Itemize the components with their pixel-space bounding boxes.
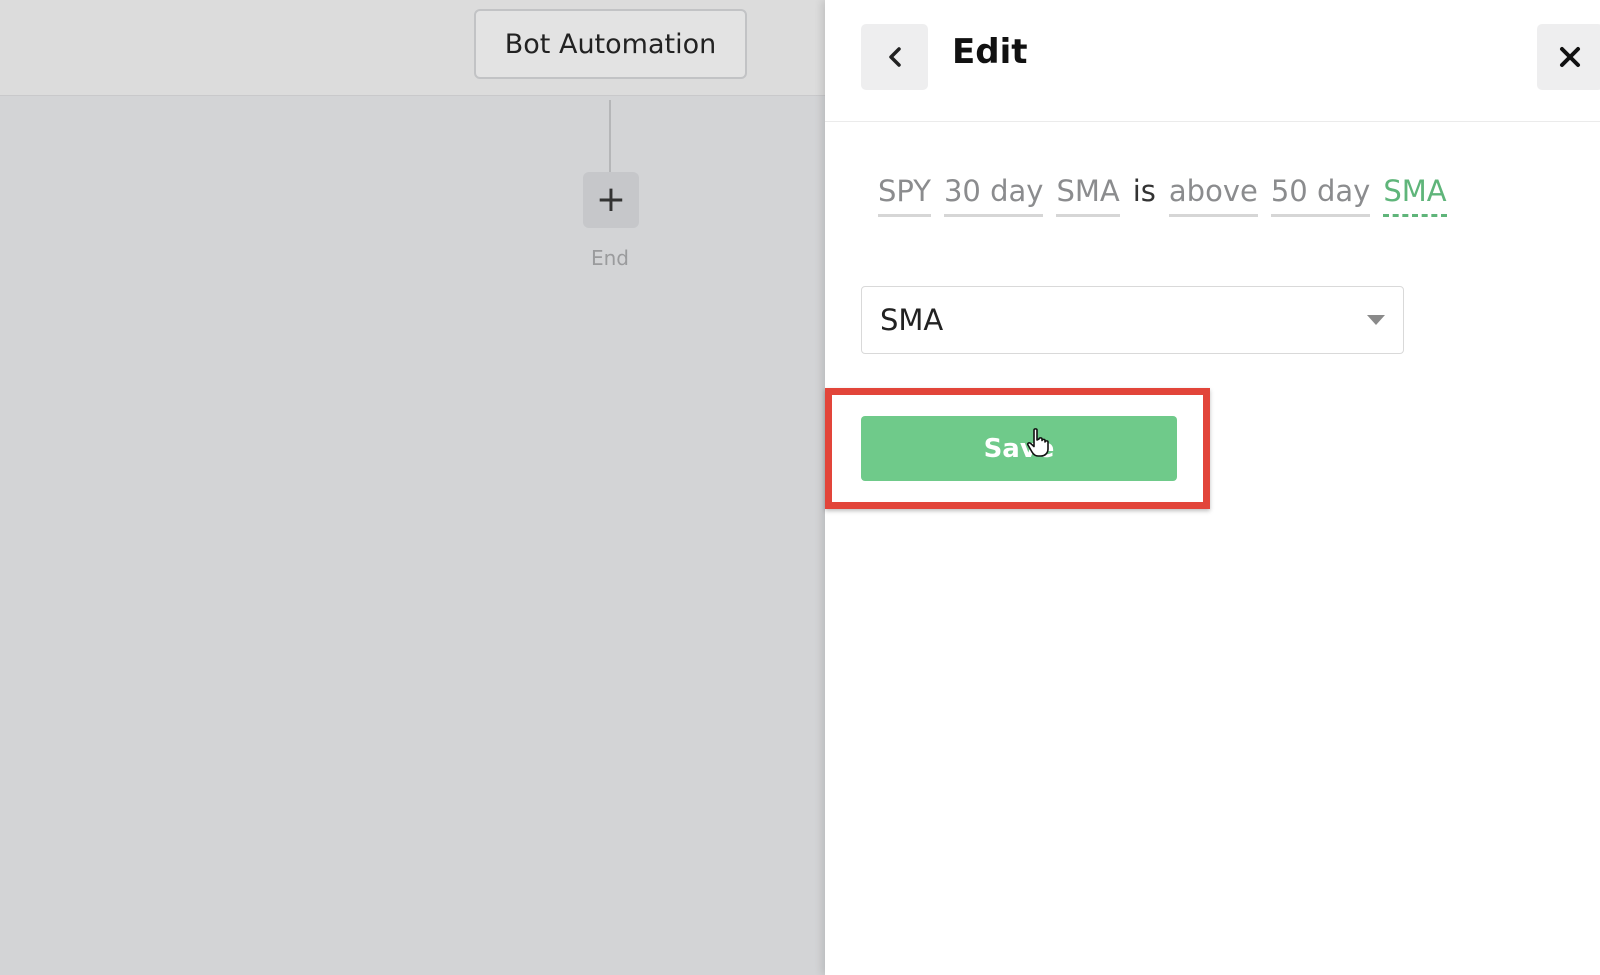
plus-icon: + [595,179,627,220]
bot-automation-label: Bot Automation [504,28,717,60]
flow-connector-line [609,100,611,172]
caret-down-icon [1367,315,1385,325]
workflow-canvas: Bot Automation + End [0,0,825,975]
token-indicator-1[interactable]: SMA [1056,174,1120,217]
token-period-1[interactable]: 30 day [943,174,1044,217]
condition-sentence: SPY 30 day SMA is above 50 day SMA [878,174,1447,217]
edit-panel: Edit SPY 30 day SMA is above 50 day SMA … [825,0,1600,975]
token-symbol[interactable]: SPY [878,174,931,217]
token-is: is [1132,174,1156,208]
token-indicator-2[interactable]: SMA [1383,174,1447,217]
indicator-select-value: SMA [880,303,944,337]
save-button[interactable]: Save [861,416,1177,481]
close-icon [1560,47,1580,67]
panel-header: Edit [825,0,1600,122]
hand-cursor-icon [1026,428,1049,457]
indicator-select[interactable]: SMA [861,286,1404,354]
add-step-button[interactable]: + [583,172,639,228]
chevron-left-icon [888,47,901,67]
end-label: End [590,246,629,270]
bot-automation-node[interactable]: Bot Automation [474,9,747,79]
close-button[interactable] [1537,24,1600,90]
token-period-2[interactable]: 50 day [1270,174,1371,217]
panel-title: Edit [952,32,1028,72]
token-comparator[interactable]: above [1168,174,1258,217]
back-button[interactable] [861,24,928,90]
